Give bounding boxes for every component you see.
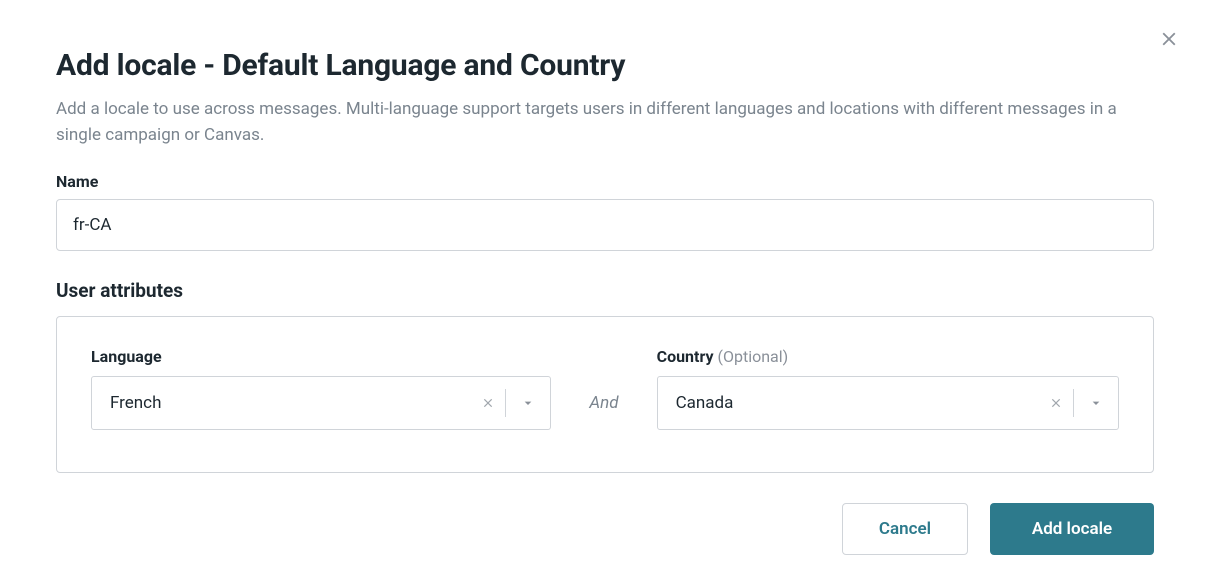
- country-select[interactable]: Canada: [657, 376, 1119, 430]
- close-icon[interactable]: [1158, 28, 1180, 55]
- add-locale-button[interactable]: Add locale: [990, 503, 1154, 555]
- country-column: Country (Optional) Canada: [657, 347, 1119, 430]
- language-value: French: [110, 393, 471, 413]
- cancel-button[interactable]: Cancel: [842, 503, 968, 555]
- language-column: Language French: [91, 347, 551, 430]
- country-label-text: Country: [657, 347, 714, 366]
- language-clear-icon[interactable]: [471, 396, 505, 410]
- name-input[interactable]: [56, 199, 1154, 251]
- modal-footer: Cancel Add locale: [56, 503, 1154, 555]
- user-attributes-label: User attributes: [56, 279, 1154, 302]
- language-label: Language: [91, 347, 551, 366]
- modal-description: Add a locale to use across messages. Mul…: [56, 97, 1154, 148]
- chevron-down-icon[interactable]: [1074, 395, 1118, 411]
- conjunction-and: And: [551, 376, 656, 430]
- country-optional-hint: (Optional): [717, 347, 788, 366]
- country-label: Country (Optional): [657, 347, 1119, 366]
- country-value: Canada: [676, 393, 1039, 413]
- user-attributes-box: Language French And: [56, 316, 1154, 473]
- attributes-row: Language French And: [91, 347, 1119, 430]
- country-clear-icon[interactable]: [1039, 396, 1073, 410]
- name-label: Name: [56, 172, 1154, 191]
- chevron-down-icon[interactable]: [506, 395, 550, 411]
- add-locale-modal: Add locale - Default Language and Countr…: [0, 0, 1210, 575]
- language-select[interactable]: French: [91, 376, 551, 430]
- modal-title: Add locale - Default Language and Countr…: [56, 48, 1154, 83]
